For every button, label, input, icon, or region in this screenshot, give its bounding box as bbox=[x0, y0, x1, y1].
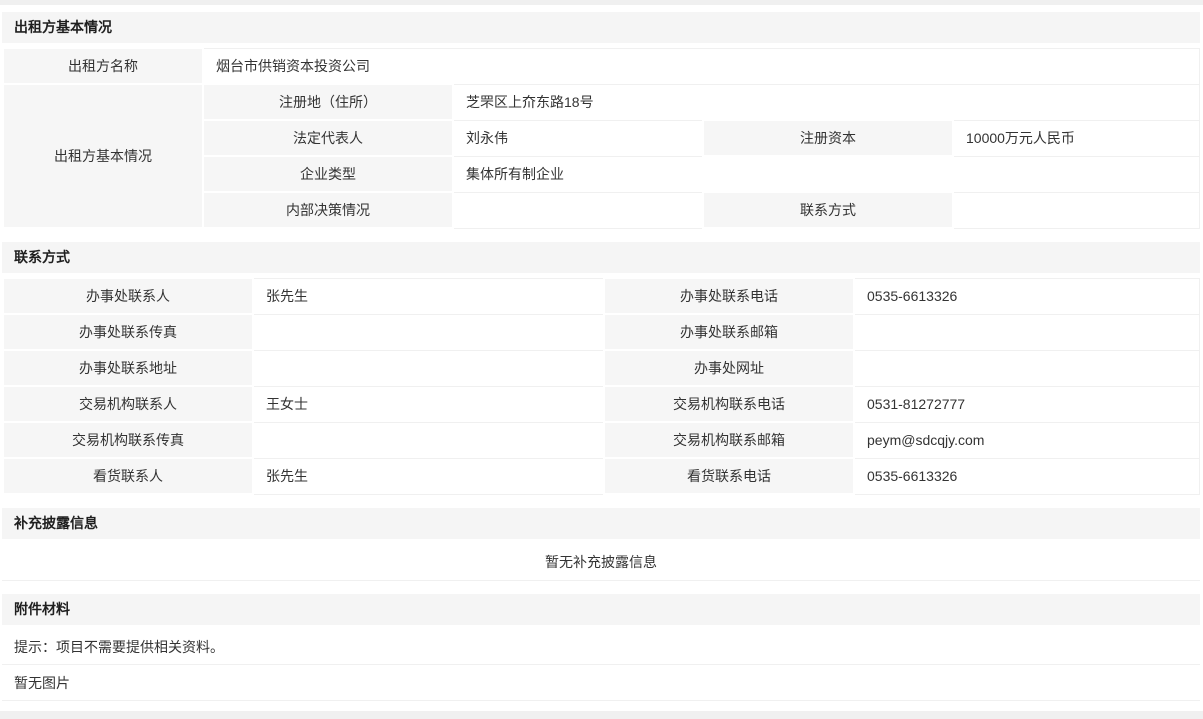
table-row: 办事处联系地址 办事处网址 bbox=[3, 350, 1200, 386]
exchange-contact-phone-value: 0531-81272777 bbox=[854, 386, 1200, 422]
lessor-basic-group-label: 出租方基本情况 bbox=[3, 84, 203, 228]
contact-method-value bbox=[953, 192, 1200, 228]
exchange-contact-email-value: peym@sdcqjy.com bbox=[854, 422, 1200, 458]
table-row: 出租方名称 烟台市供销资本投资公司 bbox=[3, 48, 1200, 84]
section-contact-info: 联系方式 办事处联系人 张先生 办事处联系电话 0535-6613326 办事处… bbox=[2, 242, 1200, 495]
exchange-contact-fax-value bbox=[253, 422, 604, 458]
table-row: 办事处联系传真 办事处联系邮箱 bbox=[3, 314, 1200, 350]
attachments-tip-text: 提示：项目不需要提供相关资料。 bbox=[2, 629, 1200, 665]
legal-representative-label: 法定代表人 bbox=[203, 120, 453, 156]
legal-representative-value: 刘永伟 bbox=[453, 120, 703, 156]
internal-decision-value bbox=[453, 192, 703, 228]
office-contact-email-label: 办事处联系邮箱 bbox=[604, 314, 854, 350]
disclosure-page: 出租方基本情况 出租方名称 烟台市供销资本投资公司 出租方基本情况 注册地（住所… bbox=[0, 5, 1203, 711]
office-contact-fax-label: 办事处联系传真 bbox=[3, 314, 253, 350]
lessor-name-label: 出租方名称 bbox=[3, 48, 203, 84]
office-contact-email-value bbox=[854, 314, 1200, 350]
table-row: 交易机构联系人 王女士 交易机构联系电话 0531-81272777 bbox=[3, 386, 1200, 422]
inspection-contact-person-label: 看货联系人 bbox=[3, 458, 253, 494]
lessor-basic-info-table: 出租方名称 烟台市供销资本投资公司 出租方基本情况 注册地（住所） 芝罘区上夼东… bbox=[2, 47, 1200, 229]
office-contact-address-value bbox=[253, 350, 604, 386]
office-contact-phone-value: 0535-6613326 bbox=[854, 278, 1200, 314]
office-contact-phone-label: 办事处联系电话 bbox=[604, 278, 854, 314]
office-website-value bbox=[854, 350, 1200, 386]
registered-capital-value: 10000万元人民币 bbox=[953, 120, 1200, 156]
exchange-contact-person-label: 交易机构联系人 bbox=[3, 386, 253, 422]
section-lessor-basic-info: 出租方基本情况 出租方名称 烟台市供销资本投资公司 出租方基本情况 注册地（住所… bbox=[2, 12, 1200, 229]
office-website-label: 办事处网址 bbox=[604, 350, 854, 386]
registered-address-label: 注册地（住所） bbox=[203, 84, 453, 120]
registered-address-value: 芝罘区上夼东路18号 bbox=[453, 84, 1200, 120]
exchange-contact-email-label: 交易机构联系邮箱 bbox=[604, 422, 854, 458]
office-contact-person-label: 办事处联系人 bbox=[3, 278, 253, 314]
section-title-lessor-basic-info: 出租方基本情况 bbox=[2, 12, 1200, 43]
inspection-contact-person-value: 张先生 bbox=[253, 458, 604, 494]
table-row: 看货联系人 张先生 看货联系电话 0535-6613326 bbox=[3, 458, 1200, 494]
section-title-supplementary-disclosure: 补充披露信息 bbox=[2, 508, 1200, 539]
section-title-attachments: 附件材料 bbox=[2, 594, 1200, 625]
office-contact-person-value: 张先生 bbox=[253, 278, 604, 314]
enterprise-type-label: 企业类型 bbox=[203, 156, 453, 192]
table-row: 办事处联系人 张先生 办事处联系电话 0535-6613326 bbox=[3, 278, 1200, 314]
office-contact-address-label: 办事处联系地址 bbox=[3, 350, 253, 386]
section-attachments: 附件材料 提示：项目不需要提供相关资料。 暂无图片 bbox=[2, 594, 1200, 701]
exchange-contact-phone-label: 交易机构联系电话 bbox=[604, 386, 854, 422]
internal-decision-label: 内部决策情况 bbox=[203, 192, 453, 228]
exchange-contact-fax-label: 交易机构联系传真 bbox=[3, 422, 253, 458]
supplementary-disclosure-empty-text: 暂无补充披露信息 bbox=[2, 543, 1200, 581]
contact-info-table: 办事处联系人 张先生 办事处联系电话 0535-6613326 办事处联系传真 … bbox=[2, 277, 1200, 495]
inspection-contact-phone-label: 看货联系电话 bbox=[604, 458, 854, 494]
exchange-contact-person-value: 王女士 bbox=[253, 386, 604, 422]
registered-capital-label: 注册资本 bbox=[703, 120, 953, 156]
contact-method-label: 联系方式 bbox=[703, 192, 953, 228]
table-row: 出租方基本情况 注册地（住所） 芝罘区上夼东路18号 bbox=[3, 84, 1200, 120]
attachments-no-image-text: 暂无图片 bbox=[2, 665, 1200, 701]
table-row: 交易机构联系传真 交易机构联系邮箱 peym@sdcqjy.com bbox=[3, 422, 1200, 458]
office-contact-fax-value bbox=[253, 314, 604, 350]
section-title-contact-info: 联系方式 bbox=[2, 242, 1200, 273]
inspection-contact-phone-value: 0535-6613326 bbox=[854, 458, 1200, 494]
lessor-name-value: 烟台市供销资本投资公司 bbox=[203, 48, 1200, 84]
enterprise-type-value: 集体所有制企业 bbox=[453, 156, 1200, 192]
section-supplementary-disclosure: 补充披露信息 暂无补充披露信息 bbox=[2, 508, 1200, 581]
